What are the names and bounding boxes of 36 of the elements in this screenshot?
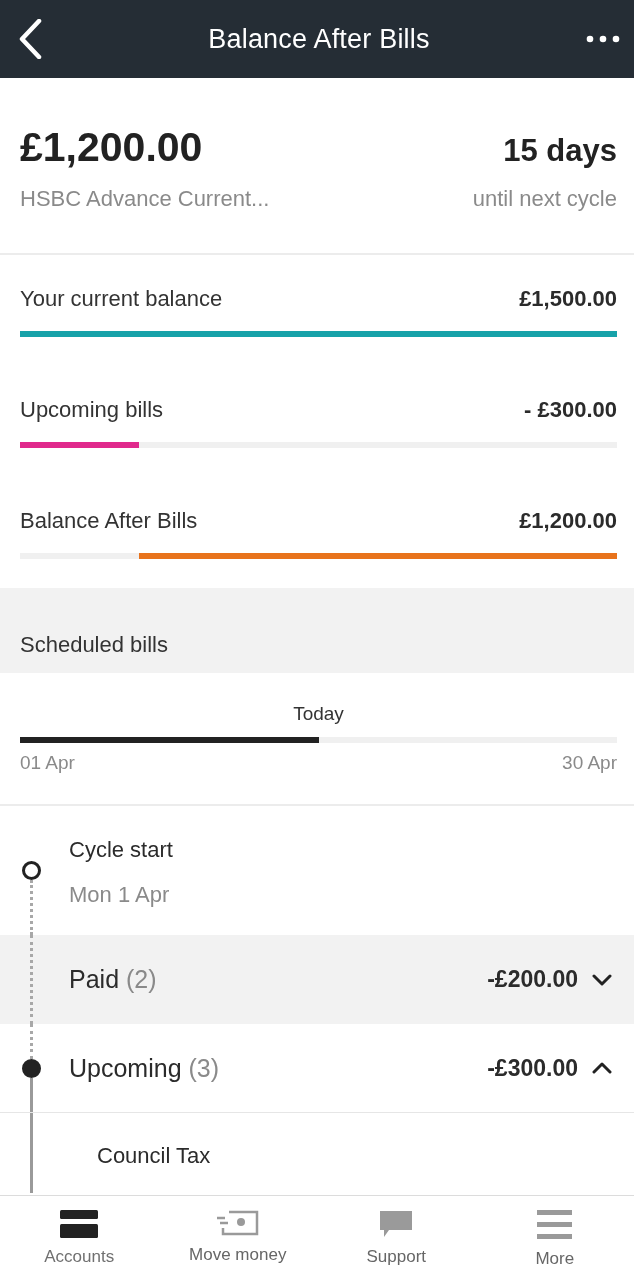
- balance-value: £1,500.00: [519, 286, 617, 312]
- cycle-start-title: Cycle start: [69, 836, 173, 864]
- balance-label: Balance After Bills: [20, 508, 198, 534]
- bill-group-header[interactable]: Upcoming (3) -£300.00: [0, 1024, 634, 1113]
- days-caption: until next cycle: [472, 185, 617, 213]
- bill-group-total: -£300.00: [487, 1054, 578, 1082]
- days-remaining: 15 days: [503, 132, 617, 170]
- bill-group-title: Paid (2): [69, 965, 157, 994]
- bill-group-title: Upcoming (3): [69, 1053, 220, 1083]
- bill-group-total: -£200.00: [487, 966, 578, 993]
- section-heading: Scheduled bills: [0, 588, 634, 673]
- nav-tab[interactable]: More: [475, 1196, 634, 1280]
- header-title: Balance After Bills: [207, 23, 431, 55]
- cycle-start-date: 01 Apr: [20, 751, 75, 775]
- bill-group-header[interactable]: Paid (2) -£200.00: [0, 935, 634, 1024]
- balance-label: Your current balance: [20, 286, 223, 312]
- open-circle-icon: [21, 861, 41, 880]
- balance-value: £1,200.00: [519, 508, 617, 534]
- balance-after-bills-amount: £1,200.00: [20, 123, 203, 171]
- today-label: Today: [293, 702, 344, 726]
- banknote-icon: [216, 1210, 259, 1236]
- menu-icon: [537, 1210, 573, 1240]
- filled-dot-icon: [21, 1059, 41, 1078]
- more-options-icon[interactable]: [586, 35, 620, 43]
- account-name: HSBC Advance Current...: [20, 185, 270, 213]
- cycle-end-date: 30 Apr: [562, 751, 617, 775]
- balance-label: Upcoming bills: [20, 397, 164, 423]
- back-icon[interactable]: [18, 19, 42, 59]
- card-icon: [60, 1210, 99, 1238]
- nav-tab[interactable]: Move money: [158, 1196, 317, 1280]
- nav-tab[interactable]: Support: [317, 1196, 476, 1280]
- chat-bubble-icon: [379, 1210, 414, 1238]
- bill-name: Council Tax: [97, 1142, 211, 1170]
- nav-tab[interactable]: Accounts: [0, 1196, 159, 1280]
- cycle-start-day: Mon 1 Apr: [69, 880, 170, 910]
- balance-value: - £300.00: [524, 397, 617, 423]
